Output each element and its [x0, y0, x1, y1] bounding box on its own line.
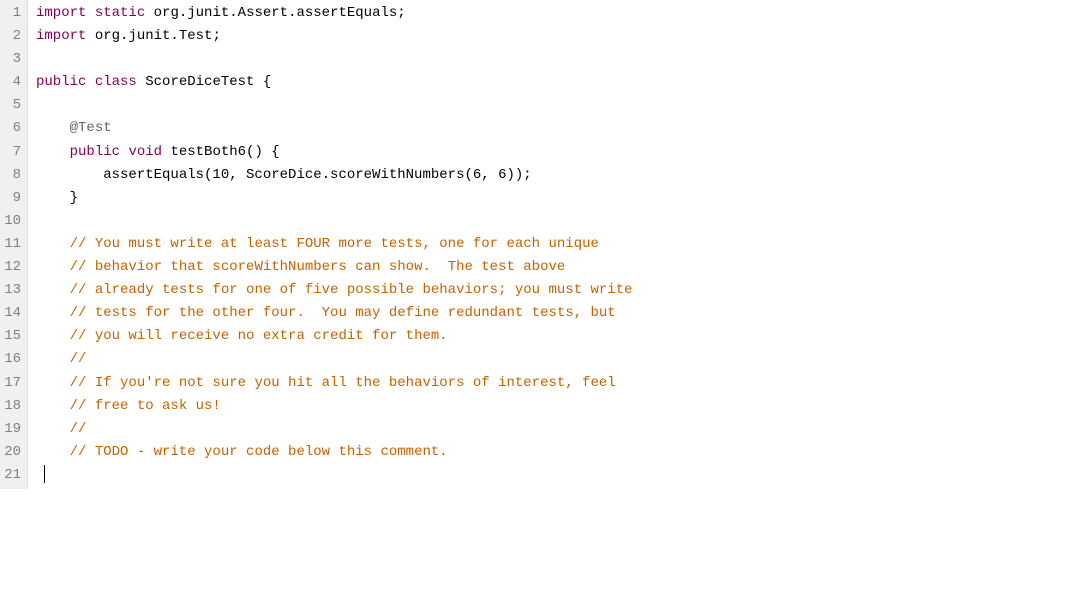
line-number: 4 [2, 71, 21, 94]
code-token-plain [36, 259, 70, 275]
code-token-plain: assertEquals(10, ScoreDice.scoreWithNumb… [36, 167, 532, 183]
code-line[interactable]: // You must write at least FOUR more tes… [36, 233, 1070, 256]
code-token-comment: // TODO - write your code below this com… [70, 444, 448, 460]
code-token-plain [86, 74, 94, 90]
line-number: 20 [2, 441, 21, 464]
code-token-plain [36, 328, 70, 344]
code-token-kw-void: void [128, 144, 162, 160]
line-number: 19 [2, 418, 21, 441]
code-token-comment: // tests for the other four. You may def… [70, 305, 616, 321]
code-line[interactable]: // free to ask us! [36, 395, 1070, 418]
line-number: 13 [2, 279, 21, 302]
code-token-plain [36, 444, 70, 460]
code-line[interactable]: // If you're not sure you hit all the be… [36, 372, 1070, 395]
code-token-kw-public: public [70, 144, 120, 160]
line-number: 10 [2, 210, 21, 233]
code-token-plain [36, 120, 70, 136]
line-number: 9 [2, 187, 21, 210]
code-token-plain: ScoreDiceTest { [137, 74, 271, 90]
code-token-plain [86, 5, 94, 21]
code-token-comment: // [70, 351, 87, 367]
code-line[interactable]: // tests for the other four. You may def… [36, 302, 1070, 325]
text-cursor [44, 465, 45, 483]
line-number: 7 [2, 141, 21, 164]
code-token-comment: // already tests for one of five possibl… [70, 282, 633, 298]
code-token-plain [36, 144, 70, 160]
line-number: 14 [2, 302, 21, 325]
line-number: 18 [2, 395, 21, 418]
line-number: 5 [2, 94, 21, 117]
line-number: 15 [2, 325, 21, 348]
code-token-plain: org.junit.Assert.assertEquals; [145, 5, 405, 21]
code-token-comment: // [70, 421, 87, 437]
code-token-comment: // behavior that scoreWithNumbers can sh… [70, 259, 566, 275]
code-line[interactable]: @Test [36, 117, 1070, 140]
code-token-comment: // you will receive no extra credit for … [70, 328, 448, 344]
code-token-plain [36, 421, 70, 437]
code-token-kw-import: import [36, 5, 86, 21]
line-number: 3 [2, 48, 21, 71]
code-line[interactable]: public class ScoreDiceTest { [36, 71, 1070, 94]
code-token-comment: // You must write at least FOUR more tes… [70, 236, 599, 252]
code-line[interactable]: import static org.junit.Assert.assertEqu… [36, 2, 1070, 25]
code-token-plain: } [36, 190, 78, 206]
code-token-plain [36, 305, 70, 321]
line-number: 12 [2, 256, 21, 279]
code-token-plain [36, 398, 70, 414]
line-number: 6 [2, 117, 21, 140]
code-line[interactable] [36, 210, 1070, 233]
code-line[interactable]: import org.junit.Test; [36, 25, 1070, 48]
line-number: 8 [2, 164, 21, 187]
code-line[interactable]: // [36, 348, 1070, 371]
code-token-kw-class: class [95, 74, 137, 90]
code-editor-area[interactable]: import static org.junit.Assert.assertEqu… [28, 0, 1070, 489]
line-number: 16 [2, 348, 21, 371]
code-token-plain [36, 282, 70, 298]
code-token-kw-import: import [36, 28, 86, 44]
code-line[interactable] [36, 48, 1070, 71]
code-token-kw-static: static [95, 5, 145, 21]
code-line[interactable] [36, 464, 1070, 487]
line-number: 17 [2, 372, 21, 395]
code-token-comment: // If you're not sure you hit all the be… [70, 375, 616, 391]
code-token-plain [36, 351, 70, 367]
line-number: 11 [2, 233, 21, 256]
code-token-plain [36, 467, 44, 483]
code-line[interactable]: // behavior that scoreWithNumbers can sh… [36, 256, 1070, 279]
code-token-plain [36, 375, 70, 391]
code-token-plain: testBoth6() { [162, 144, 280, 160]
code-line[interactable]: // [36, 418, 1070, 441]
code-token-plain [36, 236, 70, 252]
code-line[interactable]: } [36, 187, 1070, 210]
code-line[interactable]: // TODO - write your code below this com… [36, 441, 1070, 464]
code-line[interactable]: assertEquals(10, ScoreDice.scoreWithNumb… [36, 164, 1070, 187]
code-token-plain: org.junit.Test; [86, 28, 220, 44]
line-number: 2 [2, 25, 21, 48]
code-line[interactable]: // you will receive no extra credit for … [36, 325, 1070, 348]
code-line[interactable] [36, 94, 1070, 117]
line-number: 1 [2, 2, 21, 25]
code-token-annotation: @Test [70, 120, 112, 136]
line-number: 21 [2, 464, 21, 487]
code-line[interactable]: // already tests for one of five possibl… [36, 279, 1070, 302]
line-number-gutter: 123456789101112131415161718192021 [0, 0, 28, 489]
code-token-comment: // free to ask us! [70, 398, 221, 414]
code-line[interactable]: public void testBoth6() { [36, 141, 1070, 164]
code-token-kw-public: public [36, 74, 86, 90]
